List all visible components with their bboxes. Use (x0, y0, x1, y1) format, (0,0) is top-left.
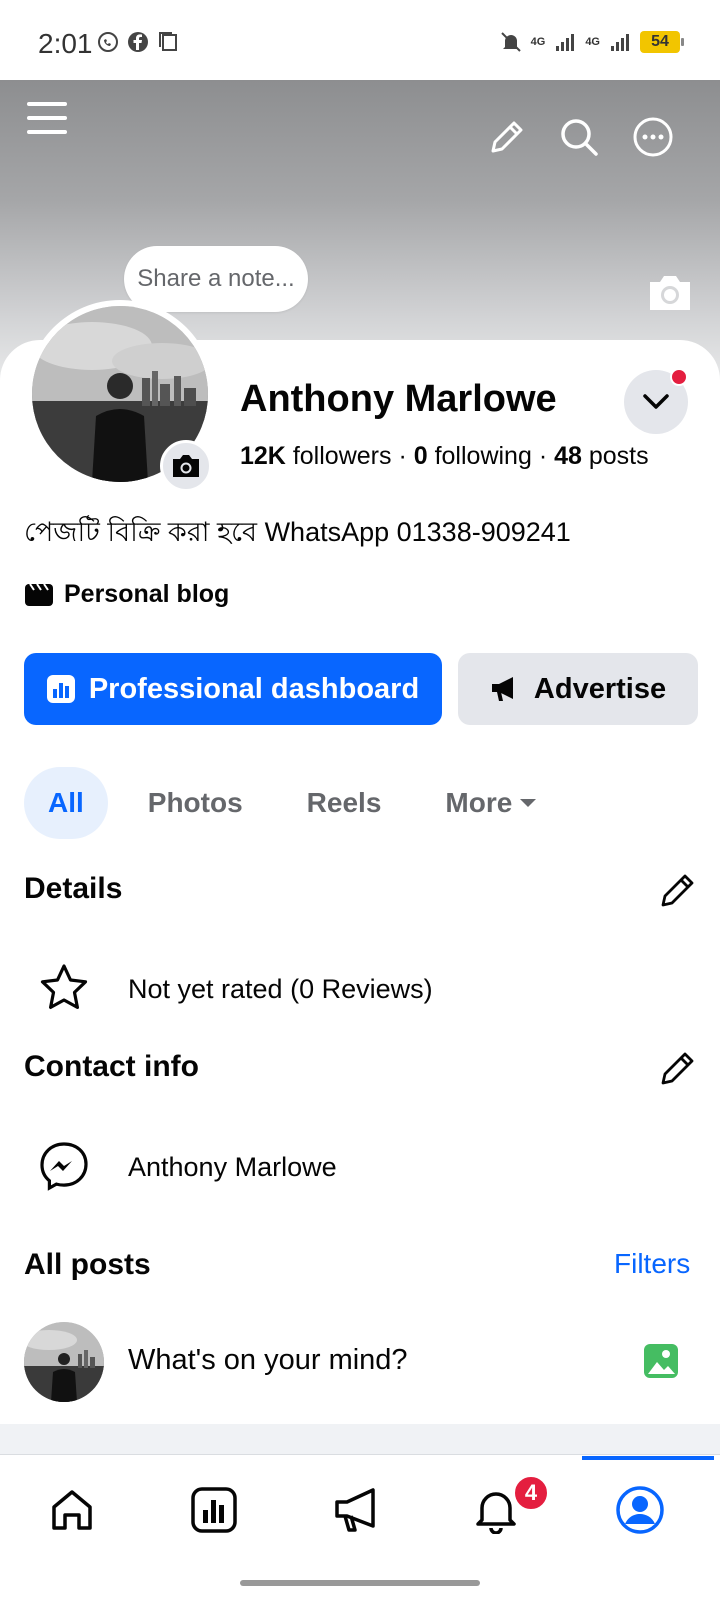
dashboard-chart-icon (191, 1487, 237, 1533)
details-title: Details (24, 872, 123, 905)
edit-contact-pencil-icon[interactable] (658, 1048, 698, 1088)
edit-button[interactable] (484, 114, 530, 160)
section-divider (0, 1424, 720, 1454)
following-label[interactable]: following (435, 442, 532, 470)
cover-camera-icon[interactable] (646, 272, 694, 312)
notification-dot (670, 368, 688, 386)
avatar-camera-button[interactable] (160, 440, 212, 492)
menu-icon (27, 102, 67, 134)
composer-input[interactable]: What's on your mind? (128, 1344, 408, 1377)
clapperboard-icon (25, 582, 53, 606)
followers-count[interactable]: 12K (240, 442, 286, 470)
posts-count: 48 (554, 442, 582, 470)
composer-avatar-photo (24, 1322, 104, 1402)
menu-button[interactable] (24, 95, 70, 141)
home-icon (52, 1490, 92, 1530)
nav-profile[interactable] (612, 1482, 668, 1538)
network-indicator-2: 4G (585, 35, 600, 48)
status-bar: 2:01 4G 4G 54 (0, 0, 720, 80)
tab-more-label: More (445, 787, 513, 818)
tab-all[interactable]: All (24, 767, 108, 839)
dashboard-icon (46, 675, 75, 703)
copy-icon (159, 32, 177, 51)
bell-muted-icon (500, 32, 521, 52)
professional-dashboard-button[interactable]: Professional dashboard (24, 653, 442, 725)
whatsapp-icon (98, 32, 118, 52)
battery-indicator: 54 (640, 31, 684, 53)
stats-separator: · (398, 442, 407, 470)
composer-avatar[interactable] (24, 1322, 104, 1402)
search-button[interactable] (556, 114, 602, 160)
rating-text: Not yet rated (0 Reviews) (128, 974, 433, 1004)
chevron-down-icon (643, 394, 669, 409)
tab-reels[interactable]: Reels (283, 767, 406, 839)
nav-dashboard[interactable] (186, 1482, 242, 1538)
followers-label[interactable]: followers (293, 442, 392, 470)
camera-icon (173, 455, 199, 477)
profile-stats: 12K followers · 0 following · 48 posts (240, 442, 649, 471)
network-indicator-1: 4G (530, 35, 546, 48)
messenger-icon (40, 1142, 88, 1191)
edit-details-pencil-icon[interactable] (658, 870, 698, 910)
advertise-label: Advertise (533, 672, 667, 705)
active-tab-indicator (582, 1456, 714, 1460)
signal-icon-2 (611, 34, 629, 51)
profile-category: Personal blog (24, 580, 229, 609)
share-note-bubble[interactable]: Share a note... (124, 246, 308, 312)
following-count[interactable]: 0 (414, 442, 428, 470)
posts-label: posts (588, 442, 649, 470)
caret-down-icon (520, 799, 537, 807)
tab-photos[interactable]: Photos (124, 767, 267, 839)
professional-dashboard-label: Professional dashboard (88, 672, 420, 705)
star-icon (40, 964, 88, 1009)
megaphone-icon (491, 677, 513, 701)
signal-icon-1 (556, 34, 575, 51)
search-icon (561, 119, 598, 156)
all-posts-title: All posts (24, 1248, 151, 1281)
more-horizontal-icon (633, 117, 673, 157)
filters-button[interactable]: Filters (614, 1248, 690, 1280)
pencil-icon (491, 121, 523, 153)
profile-bio: পেজটি বিক্রি করা হবে WhatsApp 01338-9092… (24, 517, 571, 547)
nav-ads[interactable] (330, 1482, 386, 1538)
photo-icon[interactable] (644, 1342, 678, 1380)
notifications-badge: 4 (512, 1474, 550, 1512)
status-icons-left (96, 30, 180, 54)
nav-home[interactable] (44, 1482, 100, 1538)
megaphone-nav-icon (335, 1488, 375, 1532)
home-indicator[interactable] (240, 1580, 480, 1586)
contact-info-title: Contact info (24, 1050, 199, 1083)
advertise-button[interactable]: Advertise (458, 653, 698, 725)
profile-tabs: All Photos Reels More (24, 767, 578, 839)
tab-more[interactable]: More (421, 767, 562, 839)
facebook-icon (128, 32, 148, 52)
profile-icon (616, 1486, 664, 1534)
stats-separator: · (538, 442, 548, 470)
category-label: Personal blog (64, 580, 230, 608)
profile-name: Anthony Marlowe (240, 378, 557, 420)
status-icons-right: 4G 4G 54 (499, 30, 684, 54)
messenger-name[interactable]: Anthony Marlowe (128, 1152, 337, 1183)
status-time: 2:01 (38, 28, 93, 59)
more-options-button[interactable] (630, 114, 676, 160)
